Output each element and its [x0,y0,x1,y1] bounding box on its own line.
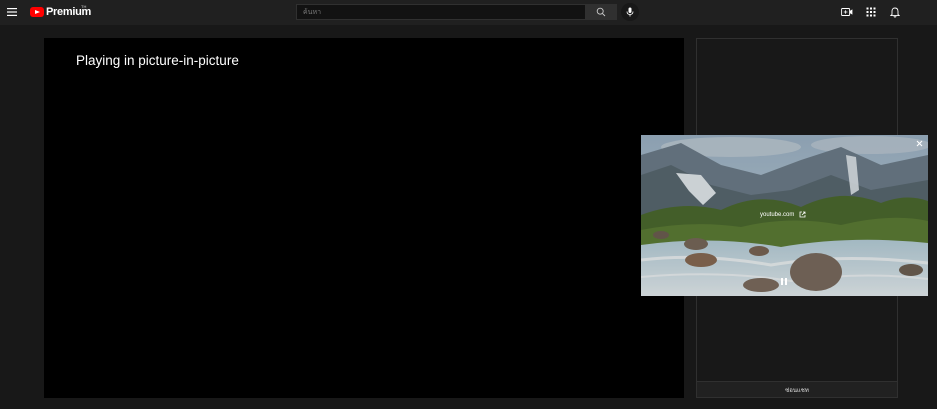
pip-source-label: youtube.com [760,211,795,218]
pip-window[interactable]: youtube.com [641,135,928,296]
pip-back-to-tab[interactable]: youtube.com [760,211,806,218]
pause-icon[interactable] [780,278,788,287]
bell-icon [890,7,900,17]
hide-chat-button[interactable]: ซ่อนแชท [697,381,897,397]
search-button[interactable] [585,4,617,20]
logo-region-code: TH [81,4,87,9]
apps-grid-icon [866,7,876,17]
create-video-icon [841,8,853,16]
close-icon [916,140,923,147]
video-player[interactable]: Playing in picture-in-picture [44,38,684,398]
notifications-button[interactable] [888,5,902,19]
search-bar [296,4,617,20]
apps-button[interactable] [864,5,878,19]
menu-icon[interactable] [6,5,20,19]
microphone-icon [626,7,634,17]
pip-status-message: Playing in picture-in-picture [76,53,239,68]
youtube-play-icon [30,7,44,17]
open-in-tab-icon [799,211,806,218]
voice-search-button[interactable] [621,3,639,21]
search-icon [596,7,606,17]
search-input[interactable] [296,4,585,20]
top-bar: Premium TH [0,0,937,25]
pip-close-button[interactable] [915,139,924,148]
create-video-button[interactable] [840,5,854,19]
